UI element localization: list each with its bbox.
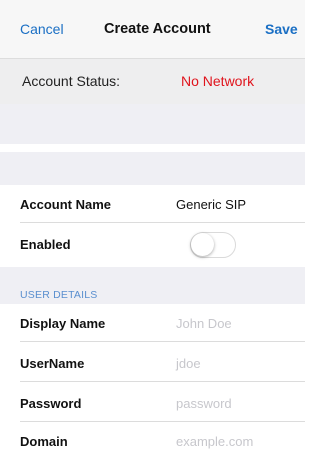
section-title-user-details: USER DETAILS: [20, 289, 98, 301]
section-header-user-details: USER DETAILS: [0, 267, 305, 304]
spacer: [0, 144, 305, 152]
section-header-account: [0, 152, 305, 185]
display-name-label: Display Name: [20, 316, 106, 331]
account-status-label: Account Status:: [22, 73, 121, 89]
account-status-row: Account Status: No Network: [0, 58, 305, 105]
enabled-label: Enabled: [20, 237, 71, 252]
account-status-value: No Network: [181, 73, 255, 89]
enabled-toggle[interactable]: [190, 232, 236, 258]
username-label: UserName: [20, 356, 85, 371]
section-spacer: [0, 104, 305, 144]
account-name-row[interactable]: Account Name Generic SIP: [0, 185, 305, 223]
display-name-row[interactable]: Display Name John Doe: [0, 304, 305, 342]
account-name-value[interactable]: Generic SIP: [176, 197, 246, 212]
password-field[interactable]: password: [176, 396, 232, 411]
navigation-bar: Cancel Create Account Save: [0, 0, 305, 58]
domain-label: Domain: [20, 434, 68, 449]
domain-row[interactable]: Domain example.com: [0, 422, 305, 460]
toggle-knob: [191, 233, 214, 256]
account-name-label: Account Name: [20, 197, 112, 212]
username-field[interactable]: jdoe: [176, 356, 201, 371]
display-name-field[interactable]: John Doe: [176, 316, 232, 331]
cancel-button[interactable]: Cancel: [20, 21, 64, 37]
save-button[interactable]: Save: [265, 21, 298, 37]
username-row[interactable]: UserName jdoe: [0, 344, 305, 382]
row-divider: [20, 341, 305, 342]
enabled-row: Enabled: [0, 223, 305, 267]
domain-field[interactable]: example.com: [176, 434, 253, 449]
row-divider: [20, 381, 305, 382]
password-label: Password: [20, 396, 82, 411]
page-title: Create Account: [104, 21, 211, 37]
password-row[interactable]: Password password: [0, 384, 305, 422]
